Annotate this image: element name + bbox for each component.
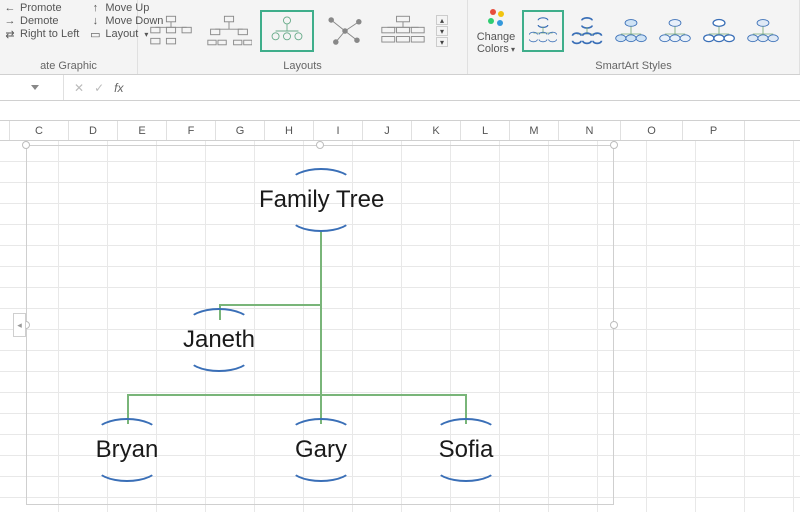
layout-option-3[interactable] — [260, 10, 314, 52]
node-arc-icon — [289, 202, 353, 232]
smartart-node-root[interactable]: Family Tree — [259, 186, 383, 214]
group-label: SmartArt Styles — [468, 58, 799, 74]
worksheet[interactable]: CDEFGHIJKLMNOP ◂ Family Tree — [0, 121, 800, 512]
smartart-style-2[interactable] — [566, 10, 608, 52]
layouts-scroll-up[interactable]: ▴ — [436, 15, 448, 25]
arrow-icon: ← — [4, 2, 16, 14]
ribbon-group-layouts: ▴ ▾ ▾ Layouts — [138, 0, 468, 74]
smartart-style-1[interactable] — [522, 10, 564, 52]
layouts-scroll-down[interactable]: ▾ — [436, 26, 448, 36]
rtl-button[interactable]: ⇄Right to Left — [4, 28, 79, 40]
layouts-expand[interactable]: ▾ — [436, 37, 448, 47]
smartart-node-leaf-2[interactable]: Gary — [283, 436, 359, 464]
smartart-style-6[interactable] — [742, 10, 784, 52]
connector — [320, 230, 322, 306]
node-arc-icon — [434, 452, 498, 482]
ribbon-group-smartart-styles: Change Colors ▾ SmartArt Styles — [468, 0, 800, 74]
grid-area[interactable]: ◂ Family Tree Janeth B — [0, 141, 800, 512]
column-header[interactable]: E — [118, 121, 167, 140]
smartart-container[interactable]: ◂ Family Tree Janeth B — [26, 145, 614, 505]
text-pane-toggle[interactable]: ◂ — [13, 313, 26, 337]
group-label: Layouts — [138, 58, 467, 74]
group-label: ate Graphic — [0, 58, 137, 74]
smartart-style-5[interactable] — [698, 10, 740, 52]
demote-button[interactable]: →Demote — [4, 15, 79, 27]
smartart-node-mid[interactable]: Janeth — [173, 326, 265, 354]
formula-bar: ✕ ✓ fx — [0, 75, 800, 101]
node-arc-icon — [289, 452, 353, 482]
column-header[interactable]: L — [461, 121, 510, 140]
resize-handle[interactable] — [316, 141, 324, 149]
layout-option-1[interactable] — [144, 10, 198, 52]
layout-option-2[interactable] — [202, 10, 256, 52]
column-header[interactable]: F — [167, 121, 216, 140]
column-header[interactable]: I — [314, 121, 363, 140]
cancel-formula-button[interactable]: ✕ — [74, 81, 84, 95]
resize-handle[interactable] — [22, 141, 30, 149]
change-colors-button[interactable]: Change Colors ▾ — [472, 7, 520, 55]
arrow-icon: → — [4, 15, 16, 27]
column-header[interactable]: H — [265, 121, 314, 140]
ribbon-group-create-graphic: ←Promote →Demote ⇄Right to Left ↑Move Up… — [0, 0, 138, 74]
resize-handle[interactable] — [610, 141, 618, 149]
promote-button[interactable]: ←Promote — [4, 2, 79, 14]
smartart-node-leaf-1[interactable]: Bryan — [85, 436, 169, 464]
smartart-node-leaf-3[interactable]: Sofia — [431, 436, 501, 464]
accept-formula-button[interactable]: ✓ — [94, 81, 104, 95]
connector — [127, 394, 467, 396]
node-arc-icon — [187, 342, 251, 372]
smartart-style-4[interactable] — [654, 10, 696, 52]
column-header[interactable]: P — [683, 121, 745, 140]
column-header[interactable]: O — [621, 121, 683, 140]
smartart-style-3[interactable] — [610, 10, 652, 52]
column-header[interactable]: K — [412, 121, 461, 140]
resize-handle[interactable] — [610, 321, 618, 329]
chevron-down-icon — [31, 85, 39, 90]
column-header[interactable]: D — [69, 121, 118, 140]
palette-icon — [485, 7, 507, 29]
connector — [219, 304, 322, 306]
column-headers: CDEFGHIJKLMNOP — [0, 121, 800, 141]
column-header[interactable]: G — [216, 121, 265, 140]
column-header[interactable]: M — [510, 121, 559, 140]
connector — [320, 306, 322, 394]
rtl-icon: ⇄ — [4, 28, 16, 40]
layout-option-4[interactable] — [318, 10, 372, 52]
node-arc-icon — [95, 452, 159, 482]
column-header[interactable]: J — [363, 121, 412, 140]
layout-icon: ▭ — [89, 28, 101, 40]
arrow-up-icon: ↑ — [89, 2, 101, 14]
layout-option-5[interactable] — [376, 10, 430, 52]
fx-button[interactable]: fx — [114, 81, 123, 95]
spacer — [0, 101, 800, 121]
formula-input[interactable] — [133, 75, 800, 100]
column-header[interactable]: C — [10, 121, 69, 140]
column-header[interactable]: N — [559, 121, 621, 140]
name-box[interactable] — [0, 75, 64, 100]
arrow-down-icon: ↓ — [89, 15, 101, 27]
